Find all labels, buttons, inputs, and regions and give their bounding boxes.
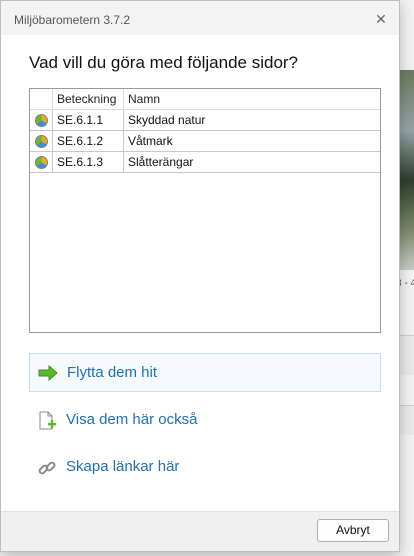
- dialog-footer: Avbryt: [1, 511, 399, 551]
- status-ball-icon: [35, 135, 48, 148]
- status-ball-icon: [35, 156, 48, 169]
- green-arrow-right-icon: [38, 365, 58, 381]
- column-header-code[interactable]: Beteckning: [53, 89, 124, 110]
- row-icon-cell: [30, 131, 53, 151]
- row-name: Våtmark: [128, 134, 173, 148]
- table-row[interactable]: SE.6.1.2 Våtmark: [30, 131, 380, 152]
- create-links-action[interactable]: Skapa länkar här: [29, 448, 381, 487]
- title-bar: Miljöbarometern 3.7.2 ✕: [1, 1, 399, 35]
- create-links-label: Skapa länkar här: [66, 458, 180, 475]
- table-header: Beteckning Namn: [30, 89, 380, 110]
- icon-column-header[interactable]: [30, 89, 53, 110]
- row-code: SE.6.1.2: [53, 131, 124, 151]
- row-code: SE.6.1.3: [53, 152, 124, 172]
- pages-table: Beteckning Namn SE.6.1.1 Skyddad natur S…: [29, 88, 381, 333]
- dialog-question: Vad vill du göra med följande sidor?: [29, 53, 299, 72]
- window-title: Miljöbarometern 3.7.2: [14, 13, 131, 27]
- table-row[interactable]: SE.6.1.1 Skyddad natur: [30, 110, 380, 131]
- move-here-label: Flytta dem hit: [67, 364, 158, 381]
- row-code: SE.6.1.1: [53, 110, 124, 130]
- status-ball-icon: [35, 114, 48, 127]
- chain-link-icon: [38, 461, 56, 475]
- add-page-icon: [39, 411, 56, 430]
- close-icon: ✕: [375, 11, 387, 27]
- row-icon-cell: [30, 110, 53, 130]
- close-button[interactable]: ✕: [373, 11, 389, 27]
- show-here-too-action[interactable]: Visa dem här också: [29, 401, 381, 440]
- row-icon-cell: [30, 152, 53, 172]
- cancel-button[interactable]: Avbryt: [317, 519, 389, 542]
- row-name: Slåtterängar: [128, 155, 194, 169]
- row-name: Skyddad natur: [128, 113, 206, 127]
- table-row[interactable]: SE.6.1.3 Slåtterängar: [30, 152, 380, 173]
- move-here-action[interactable]: Flytta dem hit: [29, 353, 381, 392]
- move-pages-dialog: Miljöbarometern 3.7.2 ✕ Vad vill du göra…: [0, 0, 400, 552]
- column-header-name[interactable]: Namn: [124, 89, 380, 110]
- show-here-too-label: Visa dem här också: [66, 411, 198, 428]
